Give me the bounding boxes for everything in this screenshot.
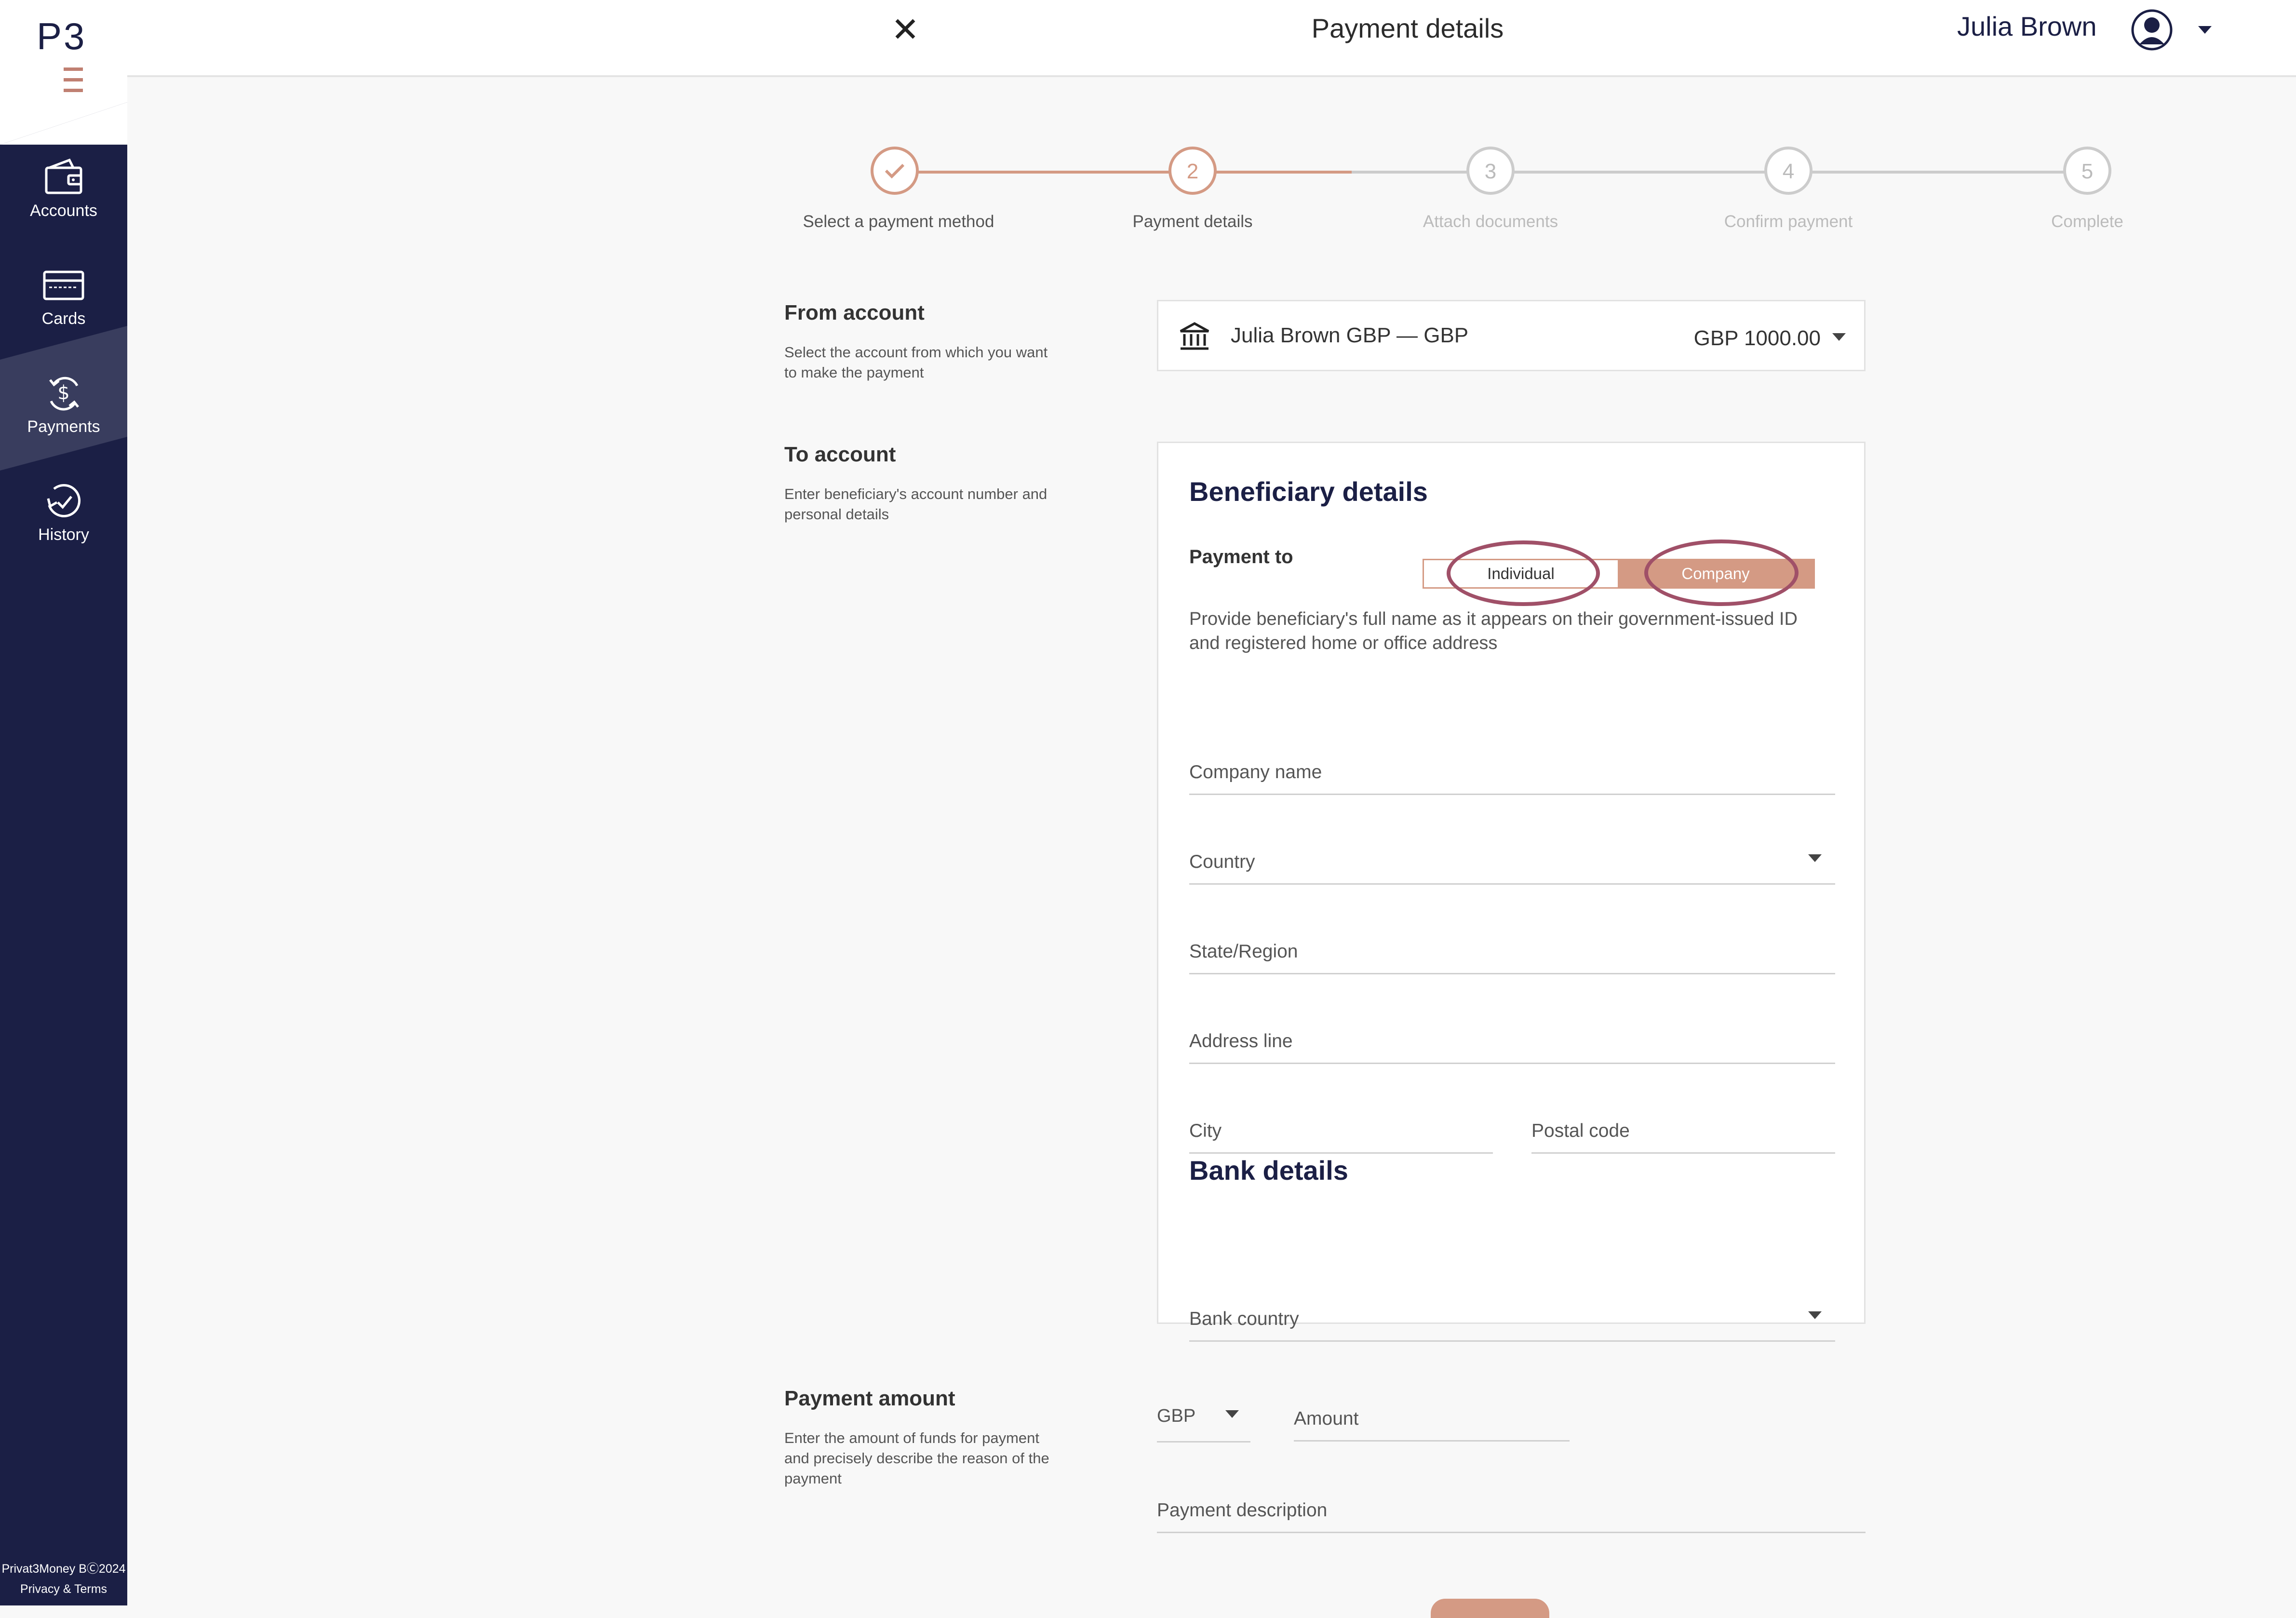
address-line-field[interactable]: Address line bbox=[1189, 1011, 1835, 1064]
sidebar-item-cards[interactable]: Cards bbox=[0, 248, 127, 356]
bank-icon bbox=[1180, 322, 1209, 350]
city-placeholder: City bbox=[1189, 1120, 1222, 1141]
bank-details-title: Bank details bbox=[1189, 1155, 1348, 1186]
sidebar-item-label: Payments bbox=[27, 418, 100, 436]
to-account-title: To account bbox=[784, 443, 896, 466]
svg-text:$: $ bbox=[57, 382, 69, 404]
check-icon bbox=[885, 163, 905, 179]
from-account-description: Select the account from which you want t… bbox=[784, 344, 1048, 381]
state-region-field[interactable]: State/Region bbox=[1189, 921, 1835, 974]
currency-select[interactable]: GBP bbox=[1157, 1389, 1250, 1443]
step-2-circle: 2 bbox=[1168, 147, 1217, 195]
amount-input[interactable]: Amount bbox=[1294, 1389, 1570, 1442]
user-avatar-icon[interactable] bbox=[2130, 8, 2174, 52]
user-name[interactable]: Julia Brown bbox=[1957, 11, 2096, 42]
from-account-select[interactable]: Julia Brown GBP — GBP GBP 1000.00 bbox=[1157, 300, 1866, 371]
sidebar-item-history[interactable]: History bbox=[0, 464, 127, 572]
postal-code-field[interactable]: Postal code bbox=[1531, 1101, 1835, 1154]
postal-code-placeholder: Postal code bbox=[1531, 1120, 1630, 1141]
step-line-upcoming bbox=[1352, 171, 2104, 174]
state-region-placeholder: State/Region bbox=[1189, 941, 1298, 962]
step-4-circle: 4 bbox=[1764, 147, 1813, 195]
logo-area: P3 bbox=[0, 0, 127, 145]
to-account-description: Enter beneficiary's account number and p… bbox=[784, 485, 1047, 523]
account-balance: GBP 1000.00 bbox=[1693, 326, 1821, 350]
payments-icon: $ bbox=[49, 377, 79, 411]
close-icon[interactable] bbox=[888, 13, 923, 44]
sidebar-item-label: History bbox=[38, 526, 89, 544]
sidebar-item-label: Accounts bbox=[30, 202, 97, 220]
chevron-down-icon[interactable] bbox=[2196, 24, 2214, 36]
option-individual[interactable]: Individual bbox=[1424, 560, 1618, 587]
bank-country-select[interactable]: Bank country bbox=[1189, 1289, 1835, 1342]
step-3-label: Attach documents bbox=[1423, 212, 1558, 231]
option-company[interactable]: Company bbox=[1618, 560, 1813, 587]
wallet-icon bbox=[45, 158, 82, 194]
beneficiary-description: Provide beneficiary's full name as it ap… bbox=[1189, 609, 1798, 653]
step-5-circle: 5 bbox=[2063, 147, 2111, 195]
country-select[interactable]: Country bbox=[1189, 832, 1835, 885]
amount-placeholder: Amount bbox=[1294, 1408, 1359, 1429]
payment-to-label: Payment to bbox=[1189, 546, 1293, 567]
step-1-circle bbox=[871, 147, 919, 195]
sidebar: P3 Accounts Cards $ Payments History Pri… bbox=[0, 0, 127, 1605]
history-icon bbox=[47, 484, 81, 517]
step-3-circle: 3 bbox=[1466, 147, 1515, 195]
company-name-placeholder: Company name bbox=[1189, 762, 1322, 782]
footer-privacy-link[interactable]: Privacy & Terms bbox=[0, 1582, 127, 1596]
payment-amount-title: Payment amount bbox=[784, 1387, 955, 1410]
step-4-label: Confirm payment bbox=[1724, 212, 1853, 231]
page-title: Payment details bbox=[1311, 13, 1504, 43]
step-5-label: Complete bbox=[2051, 212, 2123, 231]
progress-stepper: Select a payment method 2 Payment detail… bbox=[781, 140, 2131, 246]
step-1-label: Select a payment method bbox=[803, 212, 994, 231]
top-bar: Payment details Julia Brown bbox=[127, 0, 2296, 77]
sidebar-item-label: Cards bbox=[41, 310, 86, 328]
payment-amount-description: Enter the amount of funds for payment an… bbox=[784, 1429, 1049, 1487]
beneficiary-title: Beneficiary details bbox=[1189, 476, 1428, 507]
payment-to-toggle: Individual Company bbox=[1423, 559, 1815, 589]
address-line-placeholder: Address line bbox=[1189, 1031, 1293, 1052]
sidebar-item-accounts[interactable]: Accounts bbox=[0, 140, 127, 248]
step-line-done bbox=[897, 171, 1352, 174]
company-name-field[interactable]: Company name bbox=[1189, 742, 1835, 795]
payment-description-input[interactable]: Payment description bbox=[1157, 1480, 1866, 1533]
logo-stripes-icon bbox=[64, 67, 83, 92]
payment-description-placeholder: Payment description bbox=[1157, 1500, 1328, 1521]
continue-button[interactable] bbox=[1431, 1599, 1549, 1618]
card-icon bbox=[43, 270, 84, 300]
currency-value: GBP bbox=[1157, 1406, 1196, 1426]
footer-copyright: Privat3Money BⒸ2024 bbox=[1, 1562, 126, 1576]
bank-country-placeholder: Bank country bbox=[1189, 1308, 1299, 1329]
brand-logo[interactable]: P3 bbox=[34, 10, 92, 96]
chevron-down-icon bbox=[1808, 1311, 1822, 1319]
chevron-down-icon bbox=[1808, 854, 1822, 862]
country-placeholder: Country bbox=[1189, 851, 1255, 872]
selected-account: Julia Brown GBP — GBP bbox=[1231, 324, 1469, 347]
from-account-title: From account bbox=[784, 301, 925, 324]
beneficiary-card: Beneficiary details Payment to Individua… bbox=[1157, 442, 1866, 1342]
chevron-down-icon bbox=[1225, 1410, 1239, 1418]
step-2-label: Payment details bbox=[1132, 212, 1253, 231]
city-field[interactable]: City bbox=[1189, 1101, 1493, 1154]
chevron-down-icon[interactable] bbox=[1830, 331, 1848, 343]
sidebar-item-payments[interactable]: $ Payments bbox=[0, 356, 127, 464]
